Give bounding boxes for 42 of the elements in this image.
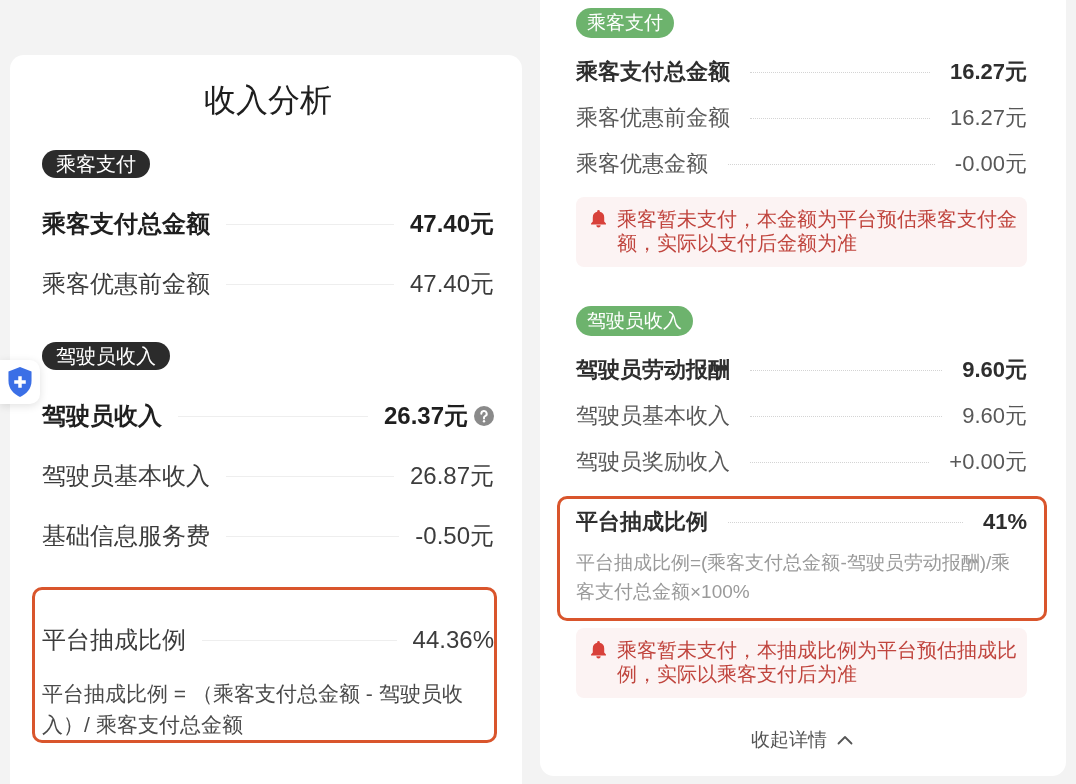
section-tag: 乘客支付 [42,150,150,178]
row-label: 驾驶员奖励收入 [576,448,730,476]
formula-text: 平台抽成比例=(乘客支付总金额-驾驶员劳动报酬)/乘客支付总金额×100% [576,551,1012,604]
chevron-up-icon [836,735,853,745]
row-value: 47.40元 [409,269,494,299]
row-value: 41% [982,509,1027,535]
row-label: 驾驶员基本收入 [576,402,730,430]
row-label: 基础信息服务费 [42,521,210,551]
shield-button[interactable] [0,360,40,404]
shield-icon [7,367,33,397]
bell-icon [590,641,607,659]
row-label: 乘客优惠前金额 [576,104,730,132]
row-label: 平台抽成比例 [576,508,708,536]
row-value: 44.36% [412,626,494,654]
collapse-link[interactable]: 收起详情 [750,728,853,752]
row-label: 驾驶员基本收入 [42,461,210,491]
section-tag: 乘客支付 [576,8,674,38]
section-tag: 驾驶员收入 [42,342,170,370]
row-value: 47.40元 [409,209,494,239]
row-label: 乘客优惠前金额 [42,269,210,299]
row-value: +0.00元 [949,448,1027,476]
panel-title: 收入分析 [204,82,332,118]
help-icon[interactable] [474,406,494,426]
row-value: 9.60元 [962,402,1027,430]
row-label: 乘客支付总金额 [42,209,210,239]
row-value: 26.87元 [409,461,494,491]
row-label: 乘客支付总金额 [576,58,730,86]
section-tag: 驾驶员收入 [576,306,693,336]
row-label: 驾驶员劳动报酬 [576,356,730,384]
row-value: 16.27元 [949,58,1027,86]
row-label: 乘客优惠金额 [576,150,708,178]
row-value: 16.27元 [949,104,1027,132]
row-value: -0.50元 [415,521,494,551]
row-label: 平台抽成比例 [42,625,186,655]
formula-text: 平台抽成比例 = （乘客支付总金额 - 驾驶员收入）/ 乘客支付总金额 [42,681,464,738]
row-label: 驾驶员收入 [42,401,162,431]
row-value: -0.00元 [954,150,1027,178]
bell-icon [590,210,607,228]
row-value: 9.60元 [962,356,1027,384]
notice-text: 乘客暂未支付，本金额为平台预估乘客支付金额，实际以支付后金额为准 [617,207,1017,255]
row-value: 26.37元 [383,401,468,431]
notice-text: 乘客暂未支付，本抽成比例为平台预估抽成比例，实际以乘客支付后为准 [617,638,1017,686]
